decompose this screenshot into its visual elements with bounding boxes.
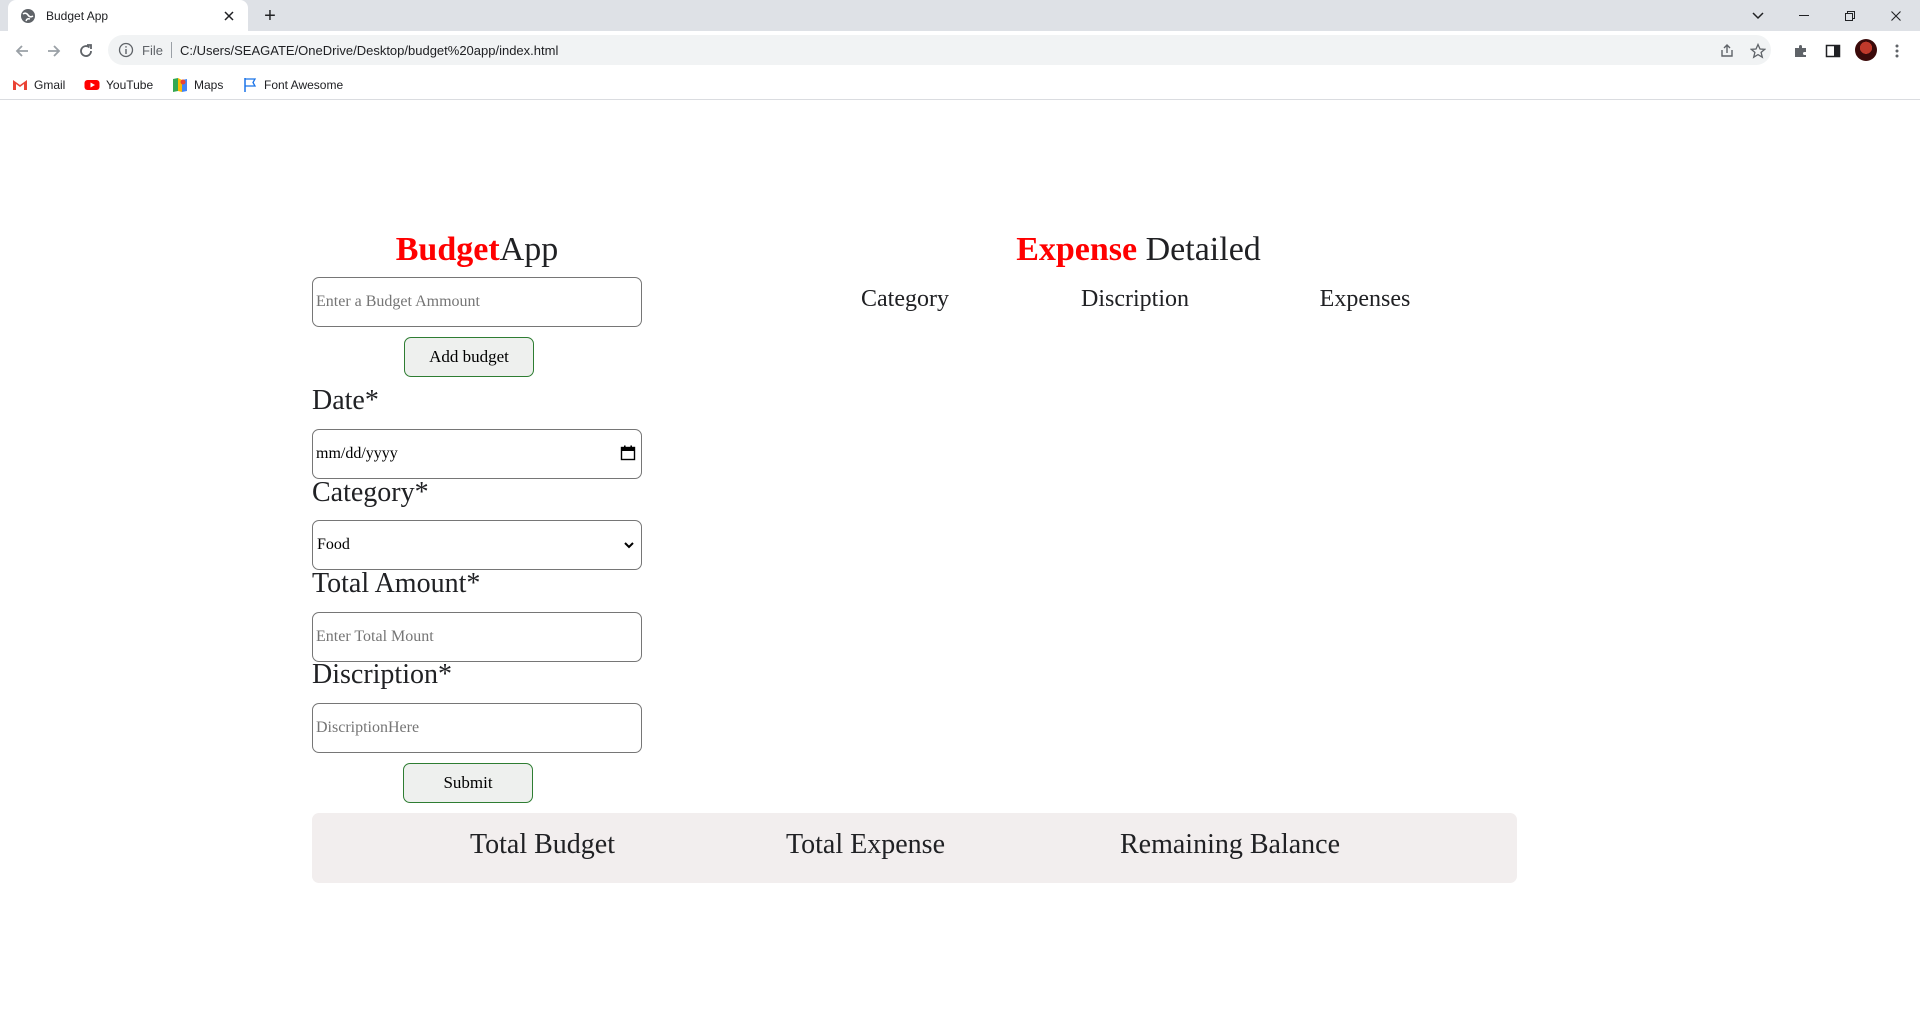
chevron-down-icon [623, 539, 635, 551]
youtube-icon [84, 77, 100, 93]
date-label: Date* [312, 385, 379, 416]
share-icon[interactable] [1718, 42, 1736, 60]
total-budget-label: Total Budget [470, 829, 616, 860]
bookmarks-bar: Gmail YouTube Maps Font Awesome [0, 70, 1920, 100]
category-selected-value: Food [317, 536, 350, 553]
close-icon[interactable] [220, 7, 238, 25]
flag-icon [242, 77, 258, 93]
total-amount-label: Total Amount* [312, 568, 481, 599]
restore-icon[interactable] [1827, 0, 1873, 31]
bookmark-label: YouTube [106, 78, 154, 92]
scheme-label: File [142, 42, 163, 58]
reload-icon[interactable] [72, 37, 100, 65]
column-header-description: Discription [1081, 286, 1189, 312]
back-arrow-icon[interactable] [8, 37, 36, 65]
tab-title: Budget App [46, 8, 109, 23]
address-bar[interactable]: File C:/Users/SEAGATE/OneDrive/Desktop/b… [108, 35, 1771, 65]
new-tab-button[interactable]: + [258, 4, 282, 28]
column-header-category: Category [861, 286, 949, 312]
browser-toolbar: File C:/Users/SEAGATE/OneDrive/Desktop/b… [0, 31, 1920, 70]
app-title-bold: Budget [395, 231, 500, 268]
category-label: Category* [312, 477, 429, 508]
expense-title: Expense Detailed [906, 231, 1371, 269]
window-close-icon[interactable] [1873, 0, 1919, 31]
calendar-icon[interactable] [620, 445, 638, 463]
budget-amount-input[interactable] [312, 277, 642, 327]
category-select[interactable]: Food [312, 520, 642, 570]
tab-search-icon[interactable] [1735, 0, 1781, 31]
bookmark-label: Font Awesome [264, 78, 344, 92]
menu-kebab-icon[interactable] [1886, 40, 1908, 62]
bookmark-label: Gmail [34, 78, 66, 92]
bookmark-label: Maps [194, 78, 224, 92]
description-input[interactable] [312, 703, 642, 753]
expense-title-rest: Detailed [1137, 231, 1261, 268]
maps-icon [172, 77, 188, 93]
bookmark-gmail[interactable]: Gmail [12, 77, 65, 93]
globe-icon [20, 8, 36, 24]
extensions-puzzle-icon[interactable] [1790, 40, 1812, 62]
omnibox-divider [170, 42, 172, 58]
remaining-balance-label: Remaining Balance [1120, 829, 1341, 860]
add-budget-button[interactable]: Add budget [404, 337, 534, 377]
date-input[interactable]: mm/dd/yyyy [312, 429, 642, 479]
bookmark-youtube[interactable]: YouTube [84, 77, 153, 93]
column-header-expenses: Expenses [1319, 286, 1411, 312]
url-text[interactable]: C:/Users/SEAGATE/OneDrive/Desktop/budget… [180, 43, 558, 58]
gmail-icon [12, 77, 28, 93]
total-expense-label: Total Expense [786, 829, 945, 860]
bookmark-star-icon[interactable] [1749, 42, 1767, 60]
bookmark-maps[interactable]: Maps [172, 77, 223, 93]
bookmark-font-awesome[interactable]: Font Awesome [242, 77, 343, 93]
profile-avatar[interactable] [1855, 39, 1877, 61]
tab-strip: Budget App + [0, 0, 1920, 31]
submit-button[interactable]: Submit [403, 763, 533, 803]
app-title-rest: App [499, 231, 559, 268]
description-label: Discription* [312, 659, 452, 690]
total-amount-input[interactable] [312, 612, 642, 662]
info-icon[interactable] [118, 42, 134, 58]
page-content: BudgetApp Add budget Date* mm/dd/yyyy Ca… [0, 101, 1920, 1035]
app-title: BudgetApp [312, 231, 642, 269]
side-panel-icon[interactable] [1822, 40, 1844, 62]
date-placeholder: mm/dd/yyyy [316, 445, 398, 462]
browser-tab[interactable]: Budget App [8, 0, 248, 31]
summary-bar: Total Budget Total Expense Remaining Bal… [312, 813, 1517, 883]
forward-arrow-icon[interactable] [40, 37, 68, 65]
expense-title-bold: Expense [1016, 231, 1138, 268]
minimize-icon[interactable] [1781, 0, 1827, 31]
